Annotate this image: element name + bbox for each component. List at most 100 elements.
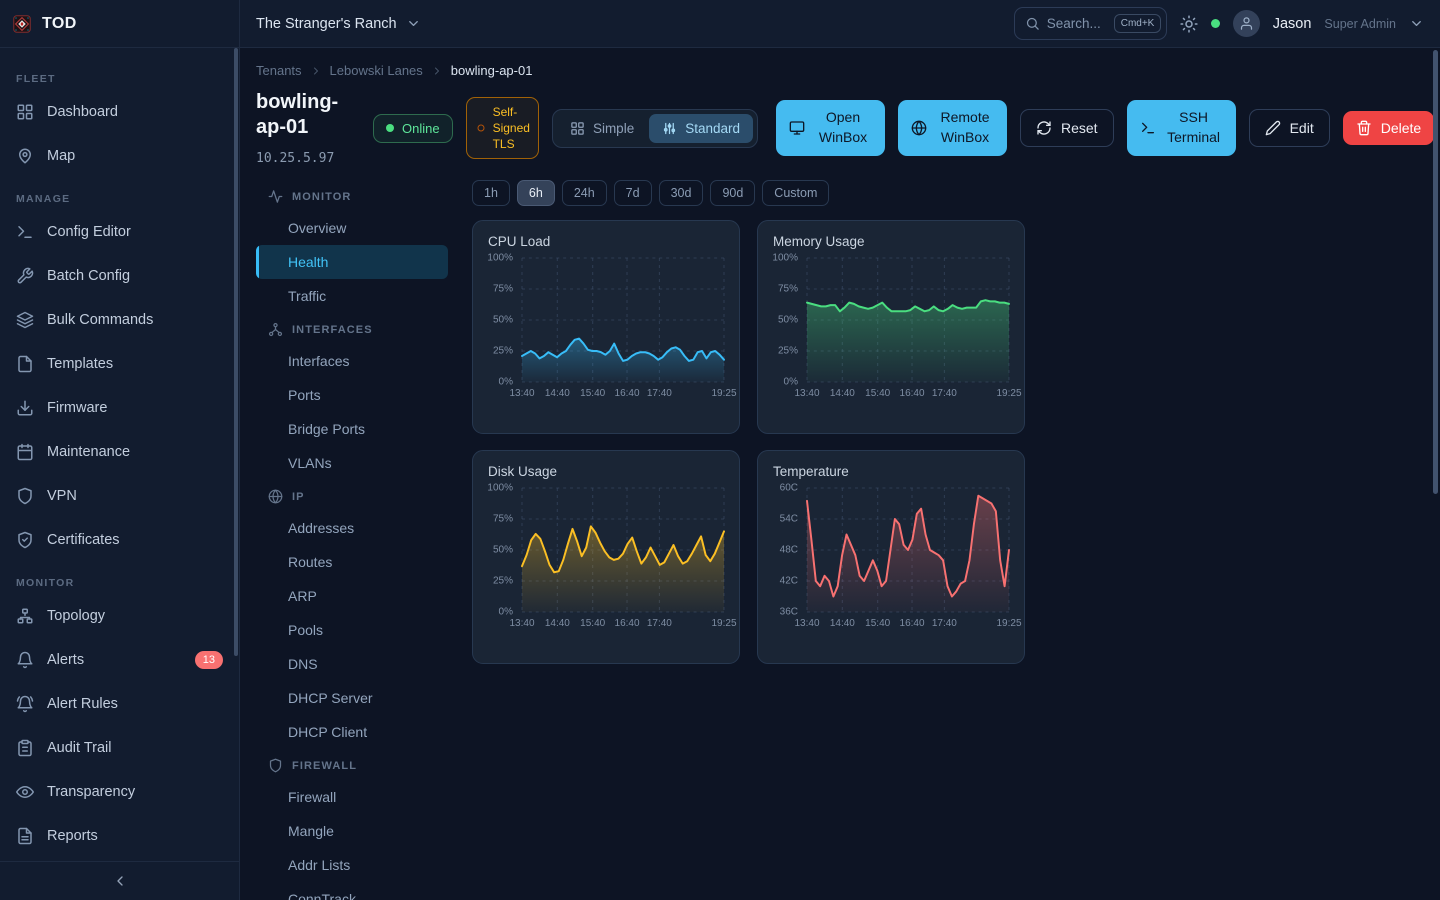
- sliders-icon: [662, 121, 677, 136]
- theme-toggle-sun-icon[interactable]: [1180, 15, 1198, 33]
- breadcrumb-tenants[interactable]: Tenants: [256, 63, 302, 78]
- y-axis-labels: 100%75%50%25%0%: [488, 488, 522, 612]
- breadcrumb: Tenants Lebowski Lanes bowling-ap-01: [256, 63, 1416, 78]
- chart-plot: [807, 258, 1009, 382]
- ssh-terminal-button[interactable]: SSH Terminal: [1127, 100, 1236, 155]
- clipboard-icon: [16, 739, 34, 757]
- subnav-item-vlans[interactable]: VLANs: [256, 446, 448, 480]
- subnav-item-label: Ports: [288, 387, 321, 403]
- subnav-item-dhcp-client[interactable]: DHCP Client: [256, 715, 448, 749]
- subnav-item-bridge-ports[interactable]: Bridge Ports: [256, 412, 448, 446]
- sidebar-item-dashboard[interactable]: Dashboard: [0, 90, 239, 134]
- subnav-item-addr-lists[interactable]: Addr Lists: [256, 848, 448, 882]
- subnav-item-label: ARP: [288, 588, 317, 604]
- shield-icon: [268, 758, 283, 773]
- sidebar-item-maintenance[interactable]: Maintenance: [0, 430, 239, 474]
- chart-title: CPU Load: [488, 234, 724, 249]
- sidebar-item-transparency[interactable]: Transparency: [0, 770, 239, 814]
- sidebar-collapse-button[interactable]: [0, 861, 239, 900]
- avatar[interactable]: [1233, 10, 1260, 37]
- x-axis-labels: 13:4014:4015:4016:4017:4019:25: [522, 388, 724, 401]
- top-right-cluster: Cmd+K Jason Super Admin: [1014, 7, 1424, 40]
- subnav-item-label: DHCP Client: [288, 724, 367, 740]
- tenant-selector[interactable]: The Stranger's Ranch: [256, 16, 421, 32]
- sidebar-item-vpn[interactable]: VPN: [0, 474, 239, 518]
- chart-body: 100%75%50%25%0%: [488, 488, 724, 612]
- chart-card-disk-usage: Disk Usage 100%75%50%25%0% 13:4014:40: [472, 450, 740, 664]
- subnav-item-health[interactable]: Health: [256, 245, 448, 279]
- chart-card-memory-usage: Memory Usage 100%75%50%25%0% 13:4014:: [757, 220, 1025, 434]
- subnav-item-label: Firewall: [288, 789, 336, 805]
- page-title: bowling-ap-01: [256, 90, 360, 140]
- sidebar-item-firmware[interactable]: Firmware: [0, 386, 239, 430]
- main-content: Tenants Lebowski Lanes bowling-ap-01 bow…: [240, 48, 1440, 900]
- device-ip: 10.25.5.97: [256, 151, 360, 166]
- sidebar-item-templates[interactable]: Templates: [0, 342, 239, 386]
- breadcrumb-bowling-ap-01: bowling-ap-01: [451, 63, 533, 78]
- range-30d-button[interactable]: 30d: [659, 180, 704, 206]
- sidebar-scrollbar[interactable]: [234, 48, 238, 656]
- sidebar-item-reports[interactable]: Reports: [0, 814, 239, 858]
- view-toggle-standard[interactable]: Standard: [649, 114, 753, 143]
- search-input[interactable]: [1047, 16, 1107, 31]
- sidebar-item-alert-rules[interactable]: Alert Rules: [0, 682, 239, 726]
- file-icon: [16, 355, 34, 373]
- subnav-item-overview[interactable]: Overview: [256, 211, 448, 245]
- view-toggle-simple[interactable]: Simple: [557, 114, 647, 143]
- network-icon: [268, 322, 283, 337]
- sidebar-item-label: Config Editor: [47, 224, 131, 240]
- topology-icon: [16, 607, 34, 625]
- range-custom-button[interactable]: Custom: [762, 180, 829, 206]
- sidebar-item-bulk-commands[interactable]: Bulk Commands: [0, 298, 239, 342]
- edit-button[interactable]: Edit: [1249, 109, 1330, 147]
- sidebar-item-alerts[interactable]: Alerts 13: [0, 638, 239, 682]
- button-label: Open WinBox: [814, 108, 872, 147]
- subnav-item-addresses[interactable]: Addresses: [256, 511, 448, 545]
- subnav-item-interfaces[interactable]: Interfaces: [256, 344, 448, 378]
- subnav-item-firewall[interactable]: Firewall: [256, 780, 448, 814]
- remote-winbox-button[interactable]: Remote WinBox: [898, 100, 1007, 155]
- chart-body: 100%75%50%25%0%: [488, 258, 724, 382]
- user-menu-chevron-icon[interactable]: [1409, 16, 1424, 31]
- connection-status-dot: [1211, 19, 1220, 28]
- subnav-item-traffic[interactable]: Traffic: [256, 279, 448, 313]
- sidebar-item-config-editor[interactable]: Config Editor: [0, 210, 239, 254]
- sidebar-item-label: Map: [47, 148, 75, 164]
- top-bar-main: The Stranger's Ranch Cmd+K Jason Super A…: [240, 0, 1440, 47]
- range-6h-button[interactable]: 6h: [517, 180, 555, 206]
- reset-button[interactable]: Reset: [1020, 109, 1114, 147]
- sidebar-item-certificates[interactable]: Certificates: [0, 518, 239, 562]
- sidebar-item-map[interactable]: Map: [0, 134, 239, 178]
- subnav-item-ports[interactable]: Ports: [256, 378, 448, 412]
- sidebar-section-fleet: FLEET: [16, 73, 223, 85]
- subnav-section-monitor: MONITOR: [256, 180, 448, 211]
- subnav-item-mangle[interactable]: Mangle: [256, 814, 448, 848]
- subnav-item-dns[interactable]: DNS: [256, 647, 448, 681]
- sidebar-item-audit-trail[interactable]: Audit Trail: [0, 726, 239, 770]
- subnav-item-label: Overview: [288, 220, 346, 236]
- range-90d-button[interactable]: 90d: [710, 180, 755, 206]
- sidebar-item-label: Transparency: [47, 784, 135, 800]
- search-box[interactable]: Cmd+K: [1014, 7, 1167, 40]
- button-label: Remote WinBox: [936, 108, 994, 147]
- x-axis-labels: 13:4014:4015:4016:4017:4019:25: [807, 388, 1009, 401]
- device-title-block: bowling-ap-01 10.25.5.97: [256, 90, 360, 166]
- open-winbox-button[interactable]: Open WinBox: [776, 100, 885, 155]
- subnav-item-pools[interactable]: Pools: [256, 613, 448, 647]
- subnav-item-routes[interactable]: Routes: [256, 545, 448, 579]
- subnav-item-dhcp-server[interactable]: DHCP Server: [256, 681, 448, 715]
- delete-button[interactable]: Delete: [1343, 111, 1434, 145]
- time-range-selector: 1h 6h 24h 7d 30d 90d Custom: [472, 180, 1025, 206]
- range-1h-button[interactable]: 1h: [472, 180, 510, 206]
- subnav-item-label: DNS: [288, 656, 318, 672]
- range-24h-button[interactable]: 24h: [562, 180, 607, 206]
- sidebar-item-topology[interactable]: Topology: [0, 594, 239, 638]
- sidebar-item-batch-config[interactable]: Batch Config: [0, 254, 239, 298]
- subnav-item-conntrack[interactable]: ConnTrack: [256, 882, 448, 900]
- breadcrumb-lebowski-lanes[interactable]: Lebowski Lanes: [330, 63, 423, 78]
- content-scrollbar[interactable]: [1433, 50, 1438, 494]
- range-7d-button[interactable]: 7d: [614, 180, 652, 206]
- globe-icon: [911, 120, 927, 136]
- dashboard-icon: [16, 103, 34, 121]
- subnav-item-arp[interactable]: ARP: [256, 579, 448, 613]
